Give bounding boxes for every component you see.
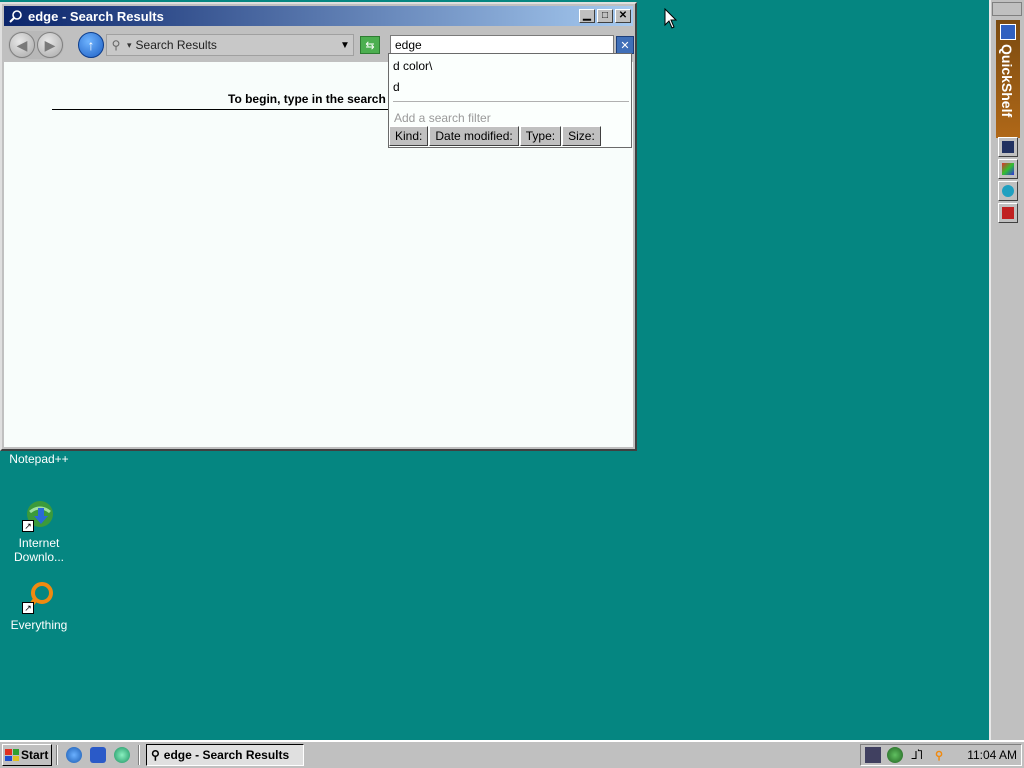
quickshelf-item-search[interactable] — [998, 203, 1018, 223]
quickshelf-icon — [1000, 24, 1016, 40]
suggestion-item[interactable]: d color\ — [393, 59, 432, 73]
filter-type-button[interactable]: Type: — [519, 126, 562, 146]
filter-kind-button[interactable]: Kind: — [389, 126, 429, 146]
search-filter-buttons: Kind: Date modified: Type: Size: — [389, 126, 602, 146]
maximize-button[interactable]: □ — [597, 9, 613, 23]
divider — [56, 745, 58, 765]
input-method-icon[interactable]: ⅃Ⴈ — [909, 747, 925, 763]
desktop-icon-label: Everything — [10, 618, 68, 632]
divider — [393, 101, 629, 102]
quickshelf-handle[interactable] — [992, 2, 1022, 16]
internet-download-manager-icon: ↗ — [22, 498, 56, 532]
clear-search-button[interactable]: ✕ — [616, 36, 634, 54]
quickshelf-item-gear[interactable] — [998, 181, 1018, 201]
filter-size-button[interactable]: Size: — [562, 126, 601, 146]
start-label: Start — [21, 748, 49, 762]
back-forward-group: ◀ ▶ — [8, 31, 64, 59]
divider — [138, 745, 140, 765]
search-icon: ⚲ — [111, 38, 121, 52]
empty-results-hint: To begin, type in the search — [228, 92, 386, 106]
quickshelf-item-calculator[interactable] — [998, 137, 1018, 157]
window-title: edge - Search Results — [28, 8, 164, 24]
mouse-cursor-icon — [664, 8, 678, 29]
address-separator-dropdown[interactable]: ▾ — [127, 40, 132, 51]
suggestion-item[interactable]: d — [393, 80, 400, 94]
window-titlebar[interactable]: edge - Search Results ▁ □ ✕ — [4, 6, 633, 26]
quickshelf-label: QuickShelf — [999, 44, 1015, 118]
search-suggestions-dropdown: d color\ d Add a search filter Kind: Dat… — [388, 53, 632, 148]
desktop-icon-everything[interactable]: ↗ Everything — [1, 580, 77, 632]
palette-icon — [1002, 163, 1014, 175]
start-button[interactable]: Start — [2, 744, 52, 766]
refresh-button[interactable]: ⇆ — [360, 36, 380, 54]
network-globe-icon[interactable] — [887, 747, 903, 763]
calculator-icon — [1002, 141, 1014, 153]
show-desktop-icon[interactable] — [90, 747, 106, 763]
everything-search-icon[interactable]: ⚲ — [931, 747, 947, 763]
magnifier-icon — [1002, 207, 1014, 219]
forward-button[interactable]: ▶ — [37, 32, 63, 58]
search-input[interactable]: edge — [390, 35, 614, 55]
windows-logo-icon — [5, 749, 19, 761]
media-player-icon[interactable] — [114, 747, 130, 763]
minimize-button[interactable]: ▁ — [579, 9, 595, 23]
up-folder-button[interactable]: ↑ — [78, 32, 104, 58]
taskbar: Start ⚲ edge - Search Results ⅃Ⴈ ⚲ 11:04… — [0, 740, 1024, 768]
everything-search-icon: ↗ — [22, 580, 56, 614]
back-button[interactable]: ◀ — [9, 32, 35, 58]
search-filter-label: Add a search filter — [394, 111, 491, 125]
system-tray: ⅃Ⴈ ⚲ 11:04 AM — [860, 744, 1022, 766]
internet-explorer-icon[interactable] — [66, 747, 82, 763]
address-text: Search Results — [135, 38, 217, 52]
taskbar-item-search-results[interactable]: ⚲ edge - Search Results — [146, 744, 304, 766]
search-icon: ⚲ — [151, 748, 160, 762]
gear-icon — [1002, 185, 1014, 197]
desktop-icon-notepad[interactable]: Notepad++ — [1, 452, 77, 466]
divider — [52, 109, 392, 110]
desktop-icon-label: Notepad++ — [9, 452, 69, 466]
filter-date-modified-button[interactable]: Date modified: — [429, 126, 519, 146]
desktop-icon-label: Internet Downlo... — [13, 536, 65, 564]
monitor-icon[interactable] — [865, 747, 881, 763]
address-bar[interactable]: ⚲ ▾ Search Results ▼ — [106, 34, 354, 56]
close-button[interactable]: ✕ — [615, 9, 631, 23]
taskbar-item-label: edge - Search Results — [163, 748, 290, 762]
search-icon — [8, 8, 24, 24]
quickshelf-tab[interactable]: QuickShelf — [996, 20, 1020, 138]
desktop-icon-internet-download-manager[interactable]: ↗ Internet Downlo... — [1, 498, 77, 564]
quickshelf-item-palette[interactable] — [998, 159, 1018, 179]
chevron-down-icon[interactable]: ▼ — [337, 40, 353, 51]
clock[interactable]: 11:04 AM — [967, 748, 1017, 762]
